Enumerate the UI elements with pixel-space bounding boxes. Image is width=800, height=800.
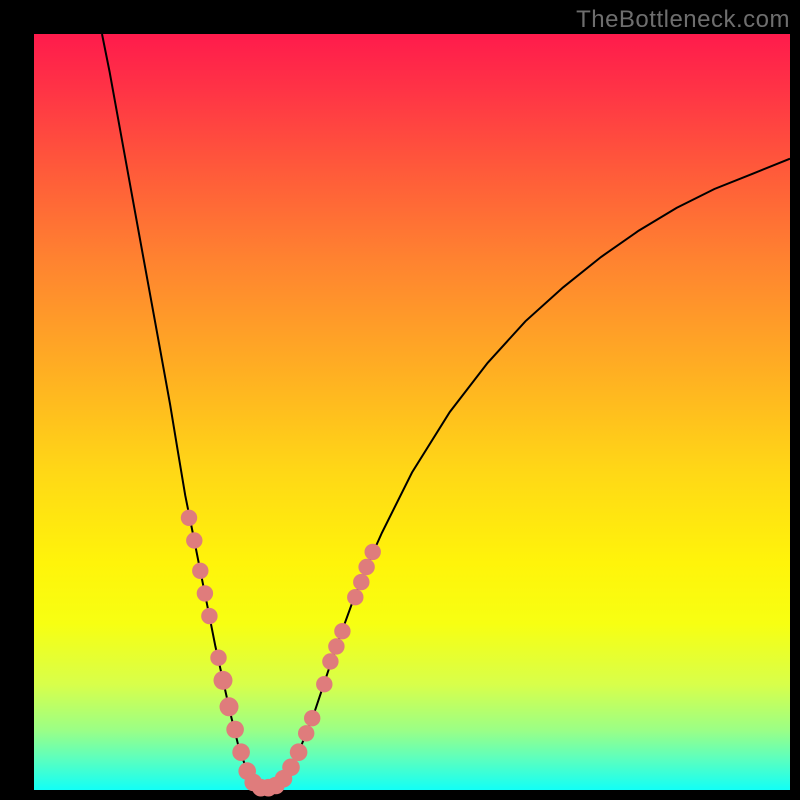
- data-marker: [181, 510, 197, 526]
- data-marker: [232, 743, 250, 761]
- watermark-text: TheBottleneck.com: [576, 6, 790, 34]
- data-marker: [328, 638, 344, 654]
- data-marker: [226, 721, 244, 739]
- data-marker: [298, 725, 314, 741]
- data-marker: [282, 759, 300, 777]
- data-marker: [316, 676, 332, 692]
- data-marker: [192, 563, 208, 579]
- bottleneck-curve: [102, 34, 790, 788]
- data-marker: [214, 671, 233, 690]
- data-marker: [197, 585, 213, 601]
- data-marker: [290, 743, 308, 761]
- plot-area: [34, 34, 790, 790]
- data-marker: [220, 697, 239, 716]
- chart-frame: TheBottleneck.com: [0, 0, 800, 800]
- data-marker: [210, 650, 226, 666]
- data-marker: [358, 559, 374, 575]
- data-marker: [304, 710, 320, 726]
- curve-svg: [34, 34, 790, 790]
- data-marker: [353, 574, 369, 590]
- data-marker: [201, 608, 217, 624]
- data-marker: [186, 532, 202, 548]
- data-marker: [347, 589, 363, 605]
- data-marker: [334, 623, 350, 639]
- data-marker: [365, 544, 381, 560]
- data-markers: [181, 510, 381, 797]
- data-marker: [322, 653, 338, 669]
